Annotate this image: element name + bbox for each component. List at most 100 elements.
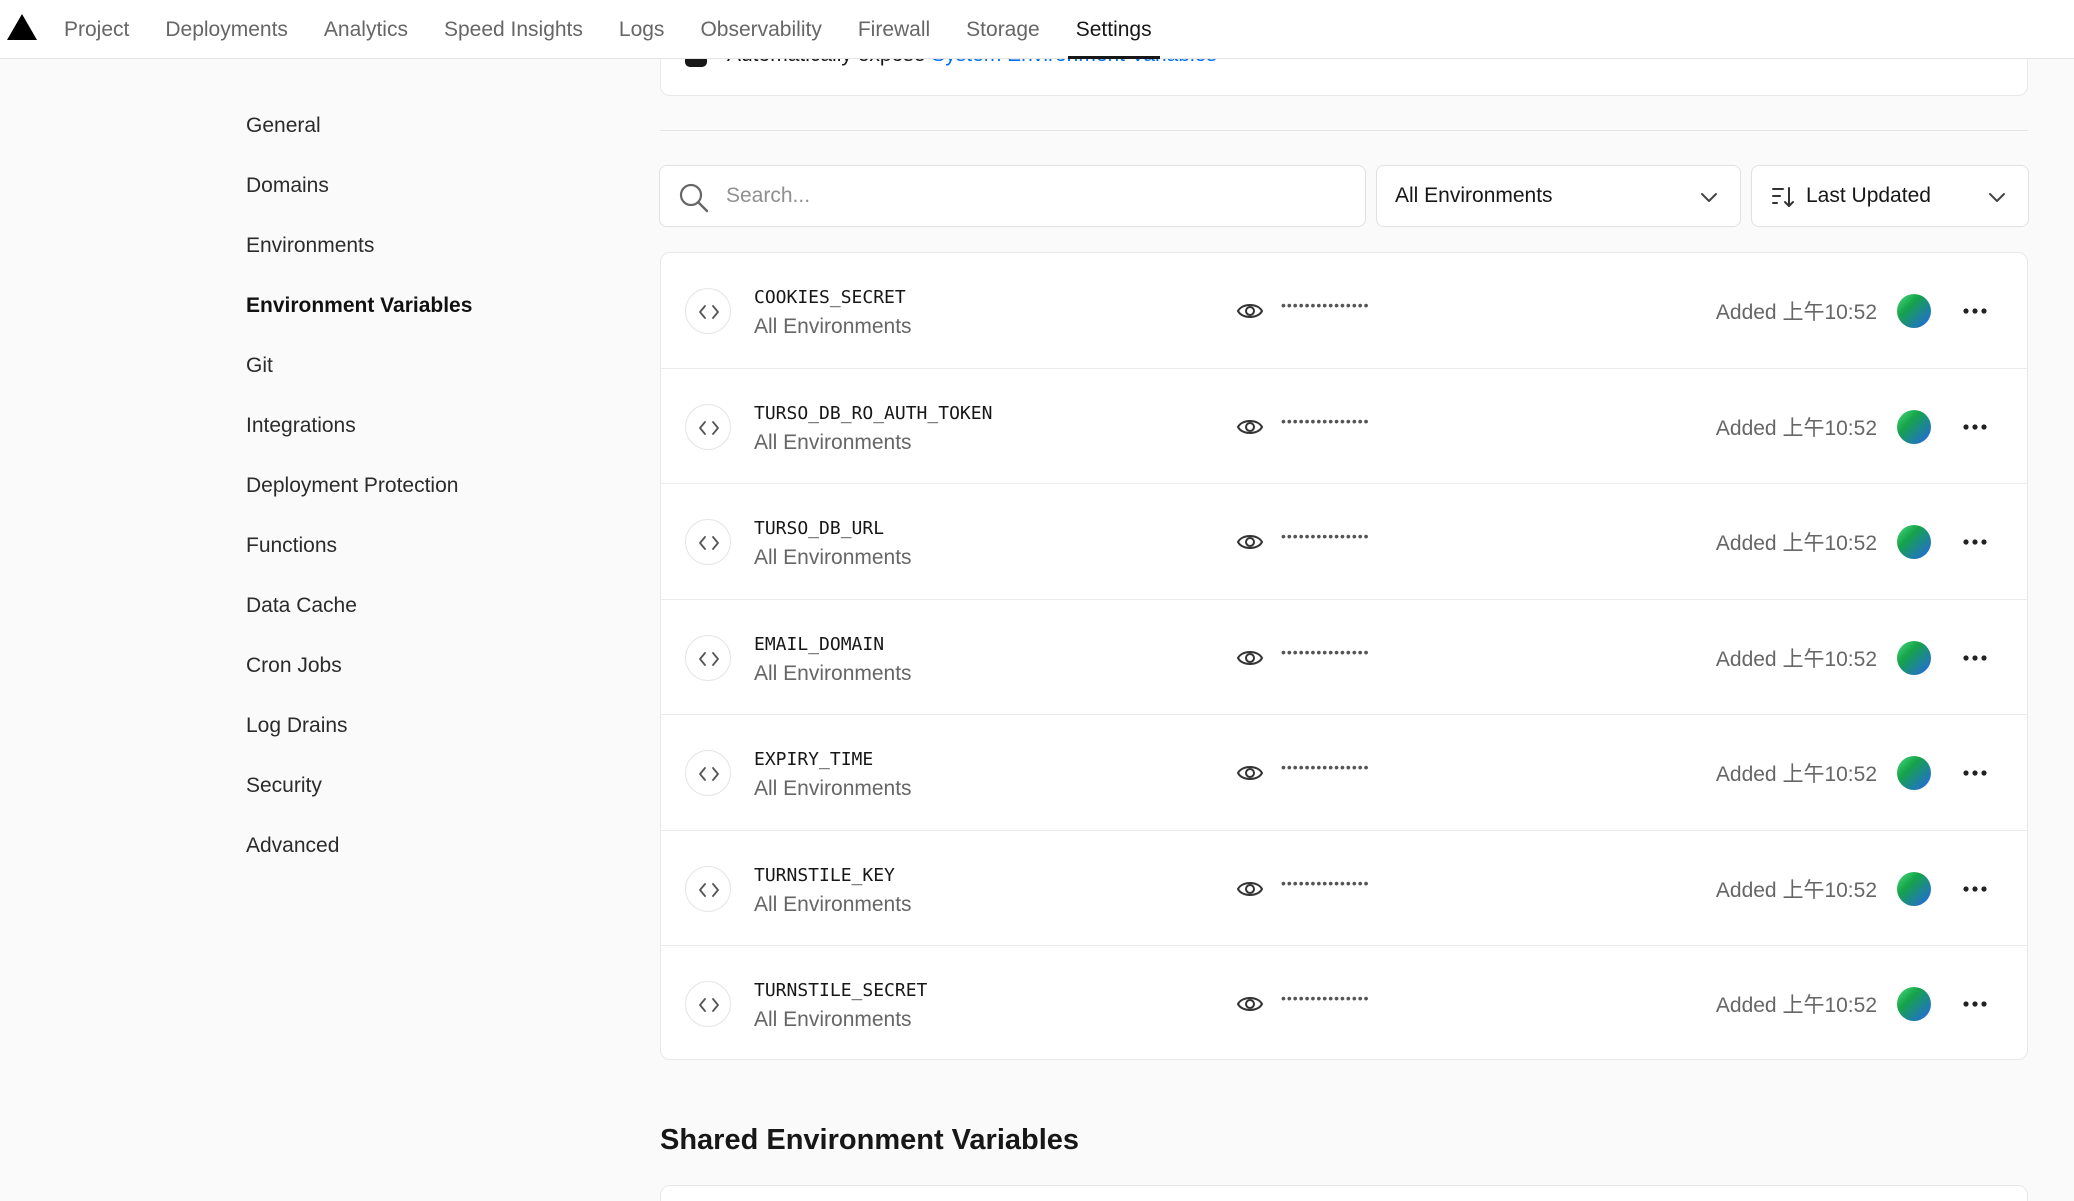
tab-observability[interactable]: Observability <box>682 0 839 59</box>
env-var-row[interactable]: EXPIRY_TIME All Environments •••••••••••… <box>661 715 2027 831</box>
sidebar-item-data-cache[interactable]: Data Cache <box>246 576 472 636</box>
env-var-added-time: Added 上午10:52 <box>1715 878 1877 902</box>
env-var-added-time: Added 上午10:52 <box>1715 647 1877 671</box>
eye-icon[interactable] <box>1236 991 1264 1017</box>
more-horizontal-icon[interactable] <box>1959 526 1991 558</box>
more-horizontal-icon[interactable] <box>1959 988 1991 1020</box>
avatar <box>1897 294 1931 328</box>
eye-icon[interactable] <box>1236 760 1264 786</box>
sort-select[interactable]: Last Updated <box>1751 165 2029 227</box>
top-navigation: Project Deployments Analytics Speed Insi… <box>0 0 2074 59</box>
sidebar-item-cron-jobs[interactable]: Cron Jobs <box>246 636 472 696</box>
env-var-row[interactable]: COOKIES_SECRET All Environments ••••••••… <box>661 253 2027 369</box>
env-var-environments: All Environments <box>754 1008 912 1031</box>
more-horizontal-icon[interactable] <box>1959 295 1991 327</box>
avatar <box>1897 409 1931 444</box>
env-var-name: EMAIL_DOMAIN <box>754 633 885 655</box>
search-input[interactable] <box>726 166 1346 226</box>
search-box[interactable] <box>659 165 1366 227</box>
env-var-masked-value: ••••••••••••••• <box>1281 528 1370 544</box>
eye-icon[interactable] <box>1236 298 1264 324</box>
env-var-row[interactable]: TURNSTILE_KEY All Environments •••••••••… <box>661 831 2027 946</box>
tab-speed-insights[interactable]: Speed Insights <box>426 0 601 59</box>
avatar <box>1897 640 1931 675</box>
code-brackets-icon <box>685 865 731 912</box>
search-icon <box>679 183 709 213</box>
avatar <box>1897 987 1931 1021</box>
env-var-environments: All Environments <box>754 661 912 685</box>
env-var-added-time: Added 上午10:52 <box>1715 994 1877 1017</box>
env-var-row[interactable]: EMAIL_DOMAIN All Environments ••••••••••… <box>661 600 2027 715</box>
env-var-environments: All Environments <box>754 777 912 800</box>
sidebar-item-integrations[interactable]: Integrations <box>246 396 472 456</box>
env-var-name: TURSO_DB_RO_AUTH_TOKEN <box>754 402 993 424</box>
env-var-environments: All Environments <box>754 315 912 338</box>
env-var-row[interactable]: TURSO_DB_URL All Environments ••••••••••… <box>661 484 2027 600</box>
code-brackets-icon <box>685 981 731 1027</box>
avatar <box>1897 756 1931 790</box>
tab-firewall[interactable]: Firewall <box>840 0 948 59</box>
env-var-name: COOKIES_SECRET <box>754 287 906 308</box>
sidebar-item-advanced[interactable]: Advanced <box>246 816 472 876</box>
env-var-added-time: Added 上午10:52 <box>1715 416 1877 440</box>
eye-icon[interactable] <box>1236 645 1264 671</box>
more-horizontal-icon[interactable] <box>1959 757 1991 789</box>
env-var-masked-value: ••••••••••••••• <box>1281 643 1370 660</box>
environment-select-value: All Environments <box>1395 184 1553 207</box>
code-brackets-icon <box>685 288 731 334</box>
sidebar-item-environment-variables[interactable]: Environment Variables <box>246 276 472 336</box>
tab-logs[interactable]: Logs <box>601 0 683 59</box>
environment-variables-list: COOKIES_SECRET All Environments ••••••••… <box>660 252 2028 1060</box>
sidebar-item-deployment-protection[interactable]: Deployment Protection <box>246 456 472 516</box>
more-horizontal-icon[interactable] <box>1959 873 1991 905</box>
eye-icon[interactable] <box>1236 414 1264 440</box>
vercel-logo-icon[interactable] <box>6 13 38 41</box>
more-horizontal-icon[interactable] <box>1959 411 1991 443</box>
env-var-added-time: Added 上午10:52 <box>1715 301 1877 324</box>
shared-env-vars-heading: Shared Environment Variables <box>660 1124 1080 1156</box>
project-tabs: Project Deployments Analytics Speed Insi… <box>46 0 1170 59</box>
sidebar-item-security[interactable]: Security <box>246 756 472 816</box>
env-var-masked-value: ••••••••••••••• <box>1281 874 1370 891</box>
tab-analytics[interactable]: Analytics <box>306 0 426 59</box>
tab-storage[interactable]: Storage <box>948 0 1058 59</box>
env-var-environments: All Environments <box>754 546 912 569</box>
eye-icon[interactable] <box>1236 876 1264 902</box>
env-var-masked-value: ••••••••••••••• <box>1281 297 1370 313</box>
code-brackets-icon <box>685 750 731 796</box>
env-var-name: TURNSTILE_SECRET <box>754 980 928 1001</box>
eye-icon[interactable] <box>1236 529 1264 555</box>
tab-settings[interactable]: Settings <box>1058 0 1170 59</box>
tab-deployments[interactable]: Deployments <box>147 0 306 59</box>
env-var-name: TURNSTILE_KEY <box>754 864 895 886</box>
environment-select[interactable]: All Environments <box>1376 165 1741 227</box>
env-var-added-time: Added 上午10:52 <box>1715 763 1877 786</box>
tab-project[interactable]: Project <box>46 0 147 59</box>
code-brackets-icon <box>685 634 731 681</box>
shared-env-vars-card <box>660 1185 2028 1201</box>
sidebar-item-domains[interactable]: Domains <box>246 156 472 216</box>
env-var-row[interactable]: TURSO_DB_RO_AUTH_TOKEN All Environments … <box>661 369 2027 484</box>
chevron-down-icon <box>1989 193 2005 202</box>
env-var-added-time: Added 上午10:52 <box>1715 532 1877 555</box>
chevron-down-icon <box>1701 193 1717 202</box>
more-horizontal-icon[interactable] <box>1959 642 1991 674</box>
sort-icon <box>1772 187 1794 207</box>
section-divider <box>660 130 2028 131</box>
env-var-environments: All Environments <box>754 892 912 916</box>
env-var-name: TURSO_DB_URL <box>754 518 885 539</box>
sidebar-item-general[interactable]: General <box>246 96 472 156</box>
sidebar-item-log-drains[interactable]: Log Drains <box>246 696 472 756</box>
env-var-environments: All Environments <box>754 430 912 454</box>
sidebar-item-functions[interactable]: Functions <box>246 516 472 576</box>
avatar <box>1897 871 1931 906</box>
code-brackets-icon <box>685 519 731 565</box>
sort-select-value: Last Updated <box>1806 184 1931 207</box>
sidebar-item-git[interactable]: Git <box>246 336 472 396</box>
settings-sidebar: General Domains Environments Environment… <box>246 96 472 876</box>
env-var-masked-value: ••••••••••••••• <box>1281 759 1370 775</box>
env-var-row[interactable]: TURNSTILE_SECRET All Environments ••••••… <box>661 946 2027 1059</box>
sidebar-item-environments[interactable]: Environments <box>246 216 472 276</box>
env-var-masked-value: ••••••••••••••• <box>1281 412 1370 429</box>
code-brackets-icon <box>685 403 731 450</box>
